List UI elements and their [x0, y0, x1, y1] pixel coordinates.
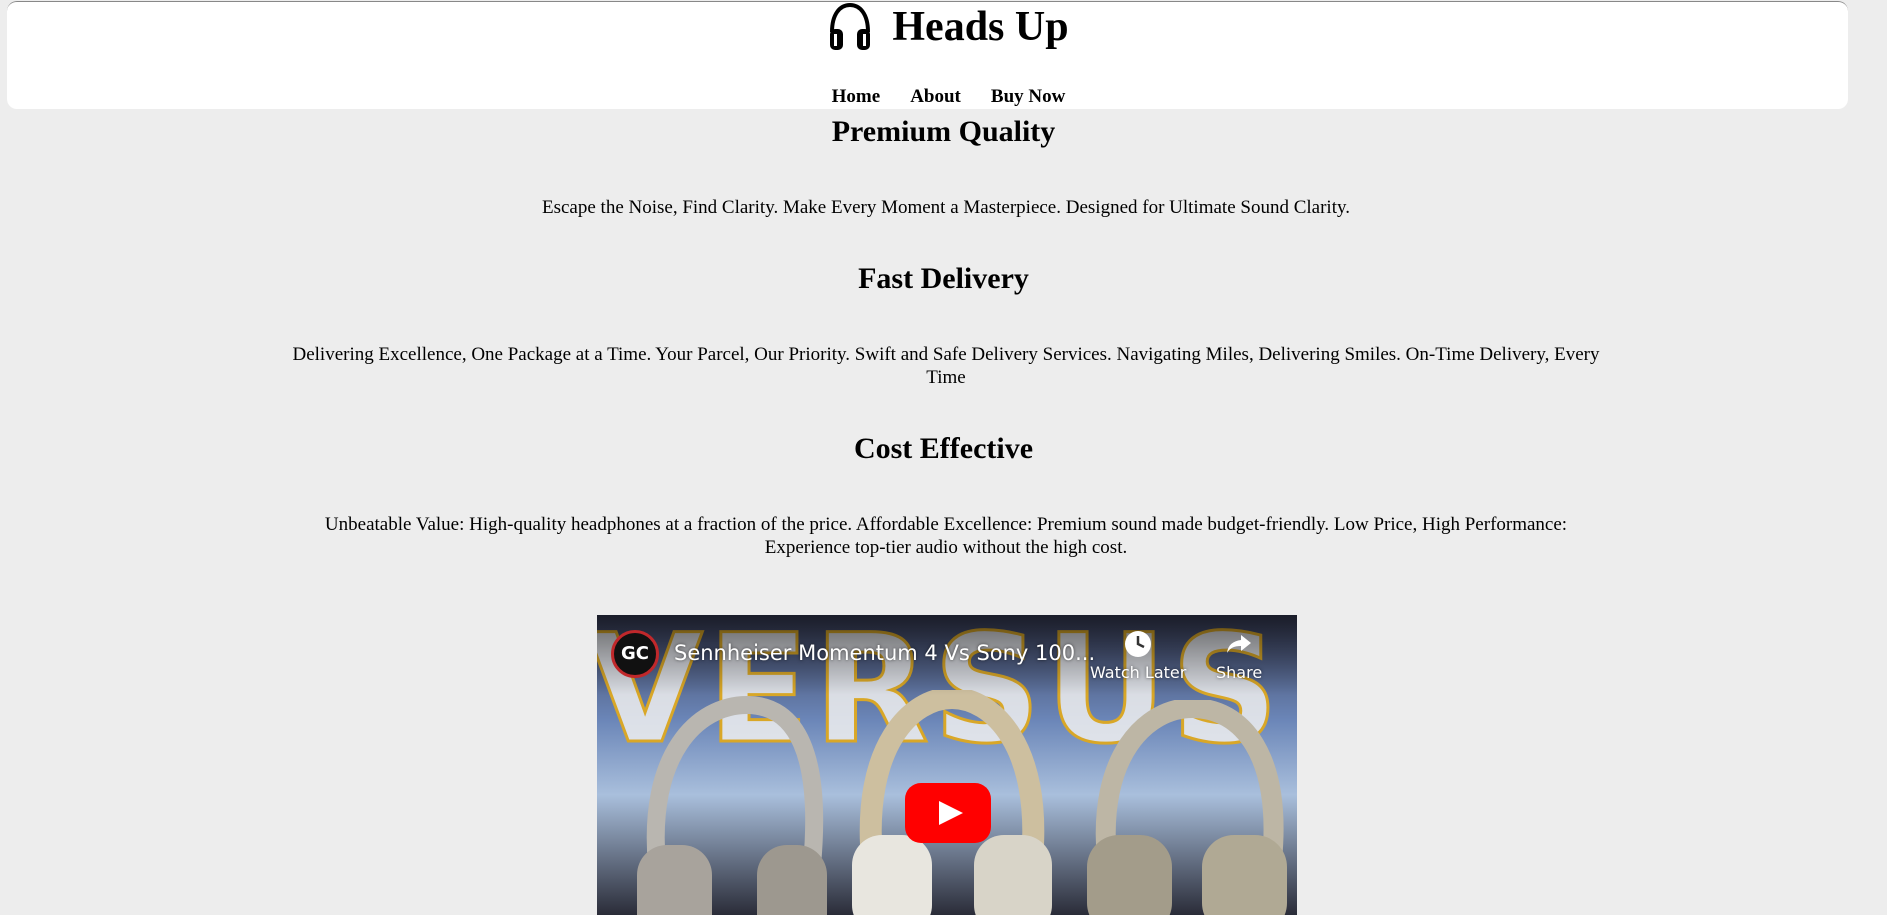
premium-quality-text: Escape the Noise, Find Clarity. Make Eve…: [541, 197, 1350, 218]
headphones-icon: [830, 2, 871, 50]
headphones-thumbnail-right: [1087, 700, 1287, 915]
site-title: Heads Up: [892, 4, 1069, 50]
video-title[interactable]: Sennheiser Momentum 4 Vs Sony 100...: [674, 641, 1095, 665]
nav-buy-now-link[interactable]: Buy Now: [991, 86, 1065, 108]
cost-effective-text: Unbeatable Value: High-quality headphone…: [324, 514, 1568, 558]
nav-home-link[interactable]: Home: [832, 86, 881, 108]
youtube-play-icon[interactable]: [905, 783, 991, 843]
share-label: Share: [1216, 663, 1263, 682]
share-icon: [1227, 635, 1252, 653]
channel-avatar[interactable]: GC: [611, 630, 659, 678]
cost-effective-heading: Cost Effective: [853, 432, 1034, 465]
watch-later-button[interactable]: Watch Later: [1090, 629, 1186, 682]
video-embed[interactable]: VERSUS GC Sennheiser Momentum 4 Vs Sony …: [597, 615, 1297, 915]
main-nav: Home About Buy Now: [7, 86, 1848, 108]
watch-later-label: Watch Later: [1090, 663, 1187, 682]
fast-delivery-heading: Fast Delivery: [858, 262, 1029, 295]
clock-icon: [1125, 631, 1152, 657]
fast-delivery-text: Delivering Excellence, One Package at a …: [292, 344, 1600, 388]
premium-quality-heading: Premium Quality: [831, 115, 1056, 148]
headphones-thumbnail-left: [637, 695, 827, 915]
brand: Heads Up: [7, 2, 1848, 57]
nav-about-link[interactable]: About: [910, 86, 961, 108]
share-button[interactable]: Share: [1216, 629, 1262, 682]
site-header: Heads Up Home About Buy Now: [7, 1, 1848, 109]
